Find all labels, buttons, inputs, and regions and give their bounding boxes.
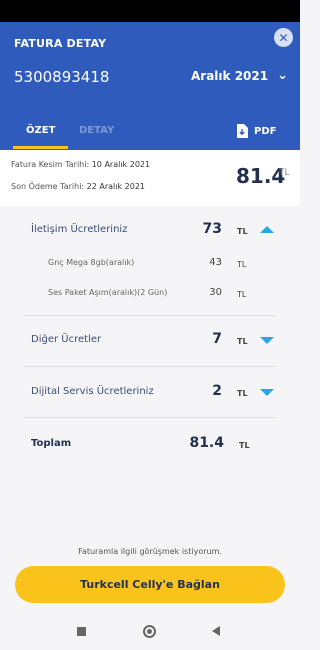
period-label: Aralık 2021: [191, 68, 269, 83]
total-label: Toplam: [31, 438, 72, 449]
digital-charges-label[interactable]: Dijital Servis Ücretleriniz: [31, 386, 154, 397]
pdf-download-icon: [237, 124, 248, 138]
issue-date-label: Fatura Kesim Tarihi:: [11, 160, 90, 169]
sub-item-label: Gnç Mega 8gb(aralık): [48, 258, 135, 267]
communication-charges-value: 73: [202, 221, 222, 237]
total-value: 81.4: [189, 435, 224, 451]
chevron-down-icon: ⌄: [277, 68, 288, 83]
bill-summary: Fatura Kesim Tarihi: 10 Aralık 2021 Son …: [0, 150, 300, 206]
pdf-button[interactable]: PDF: [236, 124, 276, 138]
total-amount: 81.4: [236, 164, 286, 188]
home-icon[interactable]: [143, 625, 156, 638]
other-charges-label[interactable]: Diğer Ücretler: [31, 334, 101, 345]
chevron-up-icon[interactable]: [260, 226, 274, 233]
active-tab-indicator: [13, 146, 68, 149]
tab-ozet[interactable]: ÖZET: [26, 125, 55, 136]
due-date-label: Son Ödeme Tarihi:: [11, 182, 85, 191]
issue-date-row: Fatura Kesim Tarihi: 10 Aralık 2021: [11, 160, 150, 169]
divider: [24, 366, 276, 367]
other-charges-value: 7: [212, 331, 222, 347]
header: FATURA DETAY ✕ 5300893418 Aralık 2021 ⌄: [0, 22, 300, 120]
close-button[interactable]: ✕: [274, 28, 293, 47]
pdf-label: PDF: [254, 125, 277, 137]
back-icon[interactable]: [212, 626, 220, 636]
due-date-value: 22 Aralık 2021: [86, 182, 146, 191]
sub-item-value: 43: [209, 257, 222, 268]
total-unit: TL: [239, 441, 250, 450]
status-bar: [0, 0, 300, 22]
chevron-down-icon[interactable]: [260, 337, 274, 344]
tab-bar: ÖZET DETAY PDF: [0, 120, 300, 150]
page-title: FATURA DETAY: [14, 37, 107, 50]
system-nav-bar: [0, 610, 300, 650]
digital-charges-value: 2: [212, 383, 222, 399]
support-note: Faturamla ilgili görüşmek istiyorum.: [78, 547, 222, 556]
account-number: 5300893418: [14, 68, 110, 86]
connect-celly-button[interactable]: Turkcell Celly'e Bağlan: [15, 566, 285, 603]
total-currency: TL: [279, 168, 290, 178]
sub-item-label: Ses Paket Aşım(aralık)(2 Gün): [48, 288, 168, 297]
divider: [24, 315, 276, 316]
period-selector[interactable]: Aralık 2021 ⌄: [191, 68, 288, 83]
tab-detay[interactable]: DETAY: [79, 125, 114, 136]
other-charges-unit: TL: [237, 337, 248, 346]
sub-item-unit: TL: [237, 260, 247, 269]
divider: [24, 417, 276, 418]
chevron-down-icon[interactable]: [260, 389, 274, 396]
sub-item-unit: TL: [237, 290, 247, 299]
recent-apps-icon[interactable]: [77, 627, 86, 636]
communication-charges-unit: TL: [237, 227, 248, 236]
due-date-row: Son Ödeme Tarihi: 22 Aralık 2021: [11, 182, 145, 191]
communication-charges-label[interactable]: İletişim Ücretleriniz: [31, 224, 127, 235]
close-icon: ✕: [278, 30, 289, 45]
issue-date-value: 10 Aralık 2021: [91, 160, 151, 169]
digital-charges-unit: TL: [237, 389, 248, 398]
sub-item-value: 30: [209, 287, 222, 298]
